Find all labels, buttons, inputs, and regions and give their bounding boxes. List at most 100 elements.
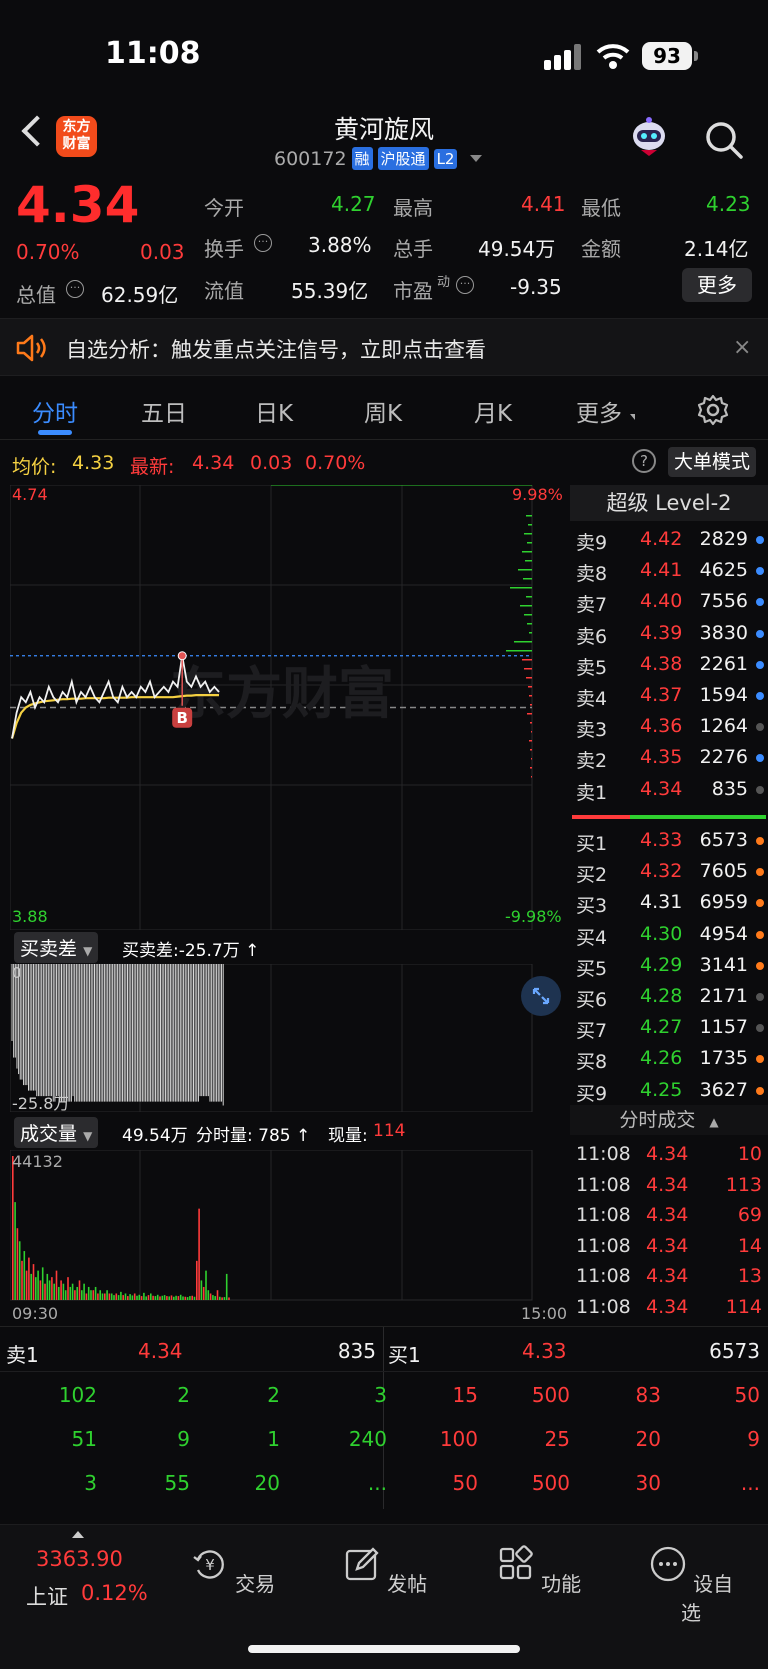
volume-bar [25,1270,28,1300]
bid-row[interactable]: 买2 4.32 7605 [570,856,768,887]
close-icon[interactable]: × [733,335,751,360]
level2-title[interactable]: 超级 Level-2 [570,485,768,521]
bid-row[interactable]: 买1 4.33 6573 [570,825,768,856]
tab-more[interactable]: 更多 [549,394,649,428]
info-dots-icon[interactable]: ··· [254,234,272,252]
float-label: 流值 [204,279,244,303]
volume-bar [97,1293,99,1300]
ask-row[interactable]: 卖5 4.38 2261 [570,649,768,680]
tab-monthly-k[interactable]: 月K [443,394,543,428]
app-logo[interactable]: 东方财富 [56,116,97,157]
order-dot-icon [756,899,764,908]
volume-bar [30,1273,32,1300]
diff-selector[interactable]: 买卖差 ▼ [14,932,99,963]
pe-label: 市盈 [393,279,433,303]
ask-row[interactable]: 卖7 4.40 7556 [570,586,768,617]
ask-row[interactable]: 卖8 4.41 4625 [570,555,768,586]
settings-gear-icon[interactable] [697,394,729,426]
ask-row[interactable]: 卖9 4.42 2829 [570,524,768,555]
bid-volume: 1157 [699,1016,748,1039]
index-percent: 0.12% [81,1581,148,1605]
more-button[interactable]: 更多 [682,268,752,302]
ask-queue-cell: 1 [267,1427,280,1451]
volume-bar [78,1280,81,1300]
bid-row[interactable]: 买3 4.31 6959 [570,887,768,918]
trade-time: 11:08 [576,1173,631,1196]
help-icon[interactable]: ? [632,449,656,473]
notice-bar[interactable]: 自选分析：触发重点关注信号，立即点击查看 × [0,318,768,376]
index-name[interactable]: 上证 [26,1581,68,1611]
nav-trade[interactable]: ¥ 交易 [188,1545,278,1597]
bid-level-label: 买3 [576,895,608,918]
notice-text[interactable]: 自选分析：触发重点关注信号，立即点击查看 [66,334,486,364]
ask-row[interactable]: 卖4 4.37 1594 [570,680,768,711]
bid-level-label: 买9 [576,1082,608,1105]
depth-bar [524,614,532,616]
order-dot-icon [756,1055,764,1064]
depth-bar [530,749,532,751]
trades-header[interactable]: 分时成交 ▲ [570,1105,768,1135]
volume-bar [143,1292,145,1300]
ask-queue-cell: 9 [177,1427,190,1451]
big-order-mode-button[interactable]: 大单模式 [668,447,756,477]
bid-volume: 2171 [699,985,748,1007]
back-chevron-icon[interactable] [21,115,53,147]
caret-up-icon: ▲ [709,1115,719,1129]
robot-assistant-icon[interactable] [627,114,671,158]
change-percent: 0.70% [16,240,80,264]
ask-price: 4.42 [640,528,683,550]
bid-queue-cell: 100 [439,1427,478,1451]
ask-level-label: 卖2 [576,750,608,773]
bid-row[interactable]: 买9 4.25 3627 [570,1075,768,1106]
bid-row[interactable]: 买8 4.26 1735 [570,1043,768,1074]
bid-row[interactable]: 买7 4.27 1157 [570,1012,768,1043]
volume-bar [214,1296,216,1300]
active-tab-underline [38,430,72,435]
ask-row[interactable]: 卖1 4.34 835 [570,774,768,805]
volume-bar [193,1296,196,1300]
more-dots-icon[interactable]: ··· [66,280,84,298]
bid-row[interactable]: 买5 4.29 3141 [570,950,768,981]
bid-row[interactable]: 买6 4.28 2171 [570,981,768,1012]
nav-add-watchlist[interactable]: 设自选 [646,1545,736,1626]
trade-price: 4.34 [646,1265,689,1287]
ask-row[interactable]: 卖3 4.36 1264 [570,711,768,742]
trade-row: 11:08 4.34 113 [570,1170,768,1201]
ask-row[interactable]: 卖2 4.35 2276 [570,742,768,773]
volume-bar [161,1295,164,1300]
ask-price: 4.37 [640,684,683,706]
tab-five-day[interactable]: 五日 [114,394,214,428]
volume-bar [147,1295,150,1300]
ask-queue-cell: 2 [177,1383,190,1407]
volume-bar [120,1291,122,1300]
trade-time: 11:08 [576,1234,631,1257]
order-dot-icon [756,868,764,877]
tab-daily-k[interactable]: 日K [224,394,324,428]
tab-weekly-k[interactable]: 周K [333,394,433,428]
volume-bar [71,1283,74,1300]
volume-bar [154,1296,157,1300]
volume-bar [136,1295,138,1300]
ask1-label: 卖1 [6,1343,39,1367]
nav-post[interactable]: 发帖 [340,1545,430,1597]
volume-bar [18,1241,21,1300]
volume-bar [74,1290,76,1300]
volume-bar [106,1290,108,1300]
search-icon[interactable] [704,120,744,160]
amount-value: 2.14亿 [684,237,749,261]
trade-volume: 114 [725,1295,762,1318]
pe-dots-icon[interactable]: ··· [456,276,474,294]
volume-selector[interactable]: 成交量 ▼ [14,1117,99,1148]
index-value[interactable]: 3363.90 [36,1547,123,1571]
depth-bar [520,605,532,607]
order-dot-icon [756,723,764,732]
bid-row[interactable]: 买4 4.30 4954 [570,919,768,950]
tab-intraday[interactable]: 分时 [5,394,105,428]
volume-bar [173,1296,175,1300]
nav-functions[interactable]: 功能 [494,1545,584,1597]
expand-button[interactable] [521,976,561,1016]
ask-row[interactable]: 卖6 4.39 3830 [570,618,768,649]
intraday-chart[interactable]: 东方财富 B 4.74 3.88 9.98% -9.98% [10,485,568,930]
stock-code-line[interactable]: 600172 融 沪股通 L2 [274,147,483,170]
order-dot-icon [756,754,764,763]
